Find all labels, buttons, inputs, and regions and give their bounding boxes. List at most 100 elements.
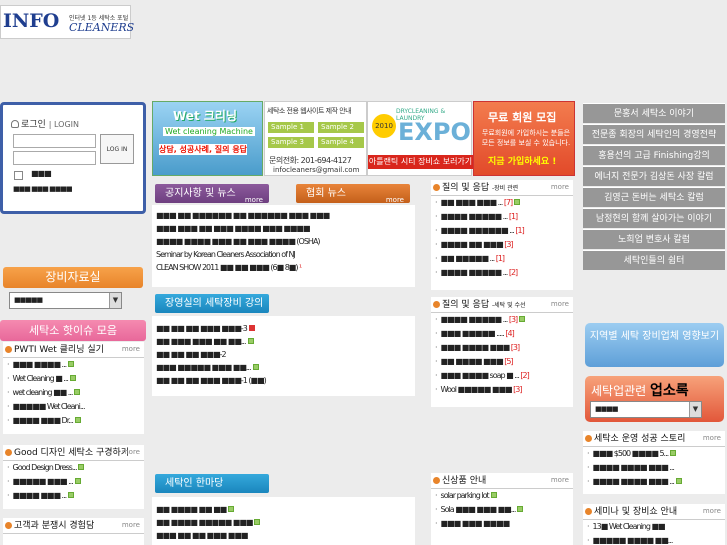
website-banner[interactable]: 세탁소 전용 웹사이트 제작 안내 Sample 1 Sample 2 Samp… — [264, 101, 367, 176]
notice-tab[interactable]: 공지사항 및 뉴스 more — [155, 184, 269, 204]
list-item[interactable]: ■■■■ ■■ ■■■ [3] — [431, 238, 573, 252]
logo-cleaners-text: CLEANERS — [69, 21, 135, 34]
list-item[interactable]: ■■■ $500 ■■■■ 5... — [583, 447, 725, 461]
list-item[interactable]: ■■ ■■■■■ ... [1] — [431, 252, 573, 266]
directory-select[interactable]: ■■■■ ▼ — [590, 401, 702, 418]
lecture-item[interactable]: ■■■ ■■■■■ ■■■ ■■... — [156, 361, 415, 374]
list-item[interactable]: ■■■■ ■■■■■■ ... [1] — [431, 224, 573, 238]
pwti-more-link[interactable]: more — [122, 345, 140, 353]
id-field[interactable] — [13, 134, 96, 148]
lecture-item[interactable]: ■■ ■■ ■■ ■■■-2 — [156, 348, 415, 361]
list-item[interactable]: ■■ ■■■■ ■■■ [5] — [431, 355, 573, 369]
notice-item[interactable]: CLEAN SHOW 2011 ■■ ■■ ■■■ (6■ 8■) ¹ — [156, 261, 415, 274]
equipment-select[interactable]: ■■■■■ ▼ — [9, 292, 122, 309]
customer-dispute-title[interactable]: 고객과 분쟁시 경험담 — [14, 521, 94, 531]
list-item[interactable]: ■■■■ ■■■■ ■■■ ... — [583, 461, 725, 475]
lecture-item[interactable]: ■■ ■■■ ■■■ ■■ ■■... — [156, 335, 415, 348]
save-id-checkbox[interactable] — [14, 171, 23, 180]
list-item[interactable]: ■■■■■ ■■■ ... — [3, 475, 144, 489]
good-design-more-link[interactable]: more — [122, 448, 140, 456]
success-story-more-link[interactable]: more — [703, 434, 721, 442]
qa-equipment-box: 질의 및 응답 -장비 관련 more ■■ ■■■ ■■■ ... [7] ■… — [431, 180, 573, 290]
lecture-item[interactable]: ■■ ■■ ■■ ■■■ ■■■-1 (■■) — [156, 374, 415, 387]
member-banner[interactable]: 무료 회원 모집 무료회원에 가입하시는 분들은 모든 정보를 보실 수 있습니… — [473, 101, 575, 176]
list-item[interactable]: ■■■■ ■■■■■ ... [1] — [431, 210, 573, 224]
list-item[interactable]: Wool ■■■■■ ■■■ [3] — [431, 383, 573, 397]
pwti-box: PWTI Wet 클리닝 실기 more ■■■ ■■■■ ... Wet Cl… — [3, 342, 144, 434]
list-item[interactable]: ■■ ■■■ ■■■ ... [7] — [431, 196, 573, 210]
sample-2-link[interactable]: Sample 2 — [318, 122, 364, 133]
nav-lawyer[interactable]: 노희업 변호사 칼럼 — [583, 229, 725, 249]
notice-item[interactable]: ■■■ ■■■ ■■ ■■■ ■■■■ ■■■ ■■■■ — [156, 222, 415, 235]
list-item[interactable]: wet cleaning ■■ ... — [3, 386, 144, 400]
nav-kimyounggeun[interactable]: 김영근 돈버는 세탁소 칼럼 — [583, 187, 725, 207]
community-item[interactable]: ■■■ ■■ ■■ ■■■ ■■■ — [156, 529, 415, 542]
bullet-icon — [433, 184, 440, 191]
notice-list: ■■■ ■■ ■■■■■■ ■■ ■■■■■■ ■■■ ■■■ ■■■ ■■■ … — [152, 205, 415, 287]
equipment-archive-tab[interactable]: 장비자료실 — [3, 267, 143, 288]
equipment-lecture-tab[interactable]: 장영실의 세탁장비 강의 — [155, 294, 269, 313]
new-products-title[interactable]: 신상품 안내 — [442, 476, 486, 486]
good-design-title[interactable]: Good 디자인 세탁소 구경하기 — [14, 448, 129, 458]
lecture-item[interactable]: ■■ ■■ ■■ ■■■ ■■■-3 — [156, 322, 415, 335]
qa-equipment-title[interactable]: 질의 및 응답 — [442, 183, 489, 193]
bullet-icon — [433, 301, 440, 308]
nav-kimsangdon[interactable]: 에너지 전문가 김상돈 사장 칼럼 — [583, 166, 725, 186]
nav-namjeonghyeon[interactable]: 남정현의 함께 살아가는 이야기 — [583, 208, 725, 228]
customer-dispute-more-link[interactable]: more — [122, 521, 140, 529]
website-banner-header: 세탁소 전용 웹사이트 제작 안내 — [267, 107, 352, 115]
login-button[interactable]: LOG IN — [100, 134, 134, 164]
qa-washing-more-link[interactable]: more — [551, 300, 569, 308]
list-item[interactable]: ■■■■ ■■■■ ■■■ ... — [583, 475, 725, 489]
success-story-title[interactable]: 세탁소 운영 성공 스토리 — [594, 434, 685, 444]
list-item[interactable]: ■■■■ ■■■■■ ... [3] — [431, 313, 573, 327]
list-item[interactable]: ■■■ ■■■ ■■■■ — [431, 517, 573, 531]
expo-banner[interactable]: 2010 DRYCLEANING & LAUNDRY EXPO 아틀랜틱 시티 … — [367, 101, 473, 176]
sample-1-link[interactable]: Sample 1 — [268, 122, 314, 133]
list-item[interactable]: Wet Cleaning ■ ... — [3, 372, 144, 386]
community-item[interactable]: ■■ ■■■■ ■■ ■■ — [156, 503, 415, 516]
list-item[interactable]: ■■■■■ ■■■■ ■■... — [583, 534, 725, 545]
community-tab[interactable]: 세탁인 한마당 — [155, 474, 269, 493]
wet-banner-title: Wet 크리닝 — [173, 109, 237, 123]
wet-cleaning-banner[interactable]: Wet 크리닝 Wet cleaning Machine 상담, 성공사례, 질… — [152, 101, 263, 176]
notice-item[interactable]: ■■■ ■■ ■■■■■■ ■■ ■■■■■■ ■■■ ■■■ — [156, 209, 415, 222]
notice-item[interactable]: ■■■■ ■■■■ ■■■ ■■ ■■■ ■■■■ (OSHA) — [156, 235, 415, 248]
sample-4-link[interactable]: Sample 4 — [318, 137, 364, 148]
seminar-title[interactable]: 세미나 및 장비쇼 안내 — [594, 507, 677, 517]
photo-icon — [74, 389, 81, 395]
password-field[interactable] — [13, 151, 96, 165]
qa-washing-title[interactable]: 질의 및 응답 — [442, 300, 489, 310]
notice-item[interactable]: Seminar by Korean Cleaners Association o… — [156, 248, 415, 261]
signup-find-links[interactable]: ■■■ ■■■ ■■■■ — [13, 185, 73, 193]
list-item[interactable]: ■■■■ ■■■ Dr... — [3, 414, 144, 428]
photo-icon — [247, 338, 254, 344]
list-item[interactable]: 13■ Wet Cleaning ■■ — [583, 520, 725, 534]
nav-hongyongseon[interactable]: 홍용선의 고급 Finishing강의 — [583, 145, 725, 165]
list-item[interactable]: Good Design Dress... — [3, 461, 144, 475]
site-logo[interactable]: INFO 인터넷 1등 세탁소 포털 CLEANERS — [0, 5, 135, 39]
new-products-more-link[interactable]: more — [551, 476, 569, 484]
list-item[interactable]: ■■■■ ■■■ ... — [3, 489, 144, 503]
list-item[interactable]: ■■■ ■■■■ ... — [3, 358, 144, 372]
list-item[interactable]: solar parking lot — [431, 489, 573, 503]
list-item[interactable]: ■■■ ■■■■■ ..... [4] — [431, 327, 573, 341]
association-news-tab[interactable]: 협회 뉴스 more — [296, 184, 410, 204]
bullet-icon — [5, 449, 12, 456]
nav-jeonmunjong[interactable]: 전문종 회장의 세탁인의 경영전략 — [583, 124, 725, 144]
qa-equipment-more-link[interactable]: more — [551, 183, 569, 191]
community-item[interactable]: ■■ ■■■■ ■■■■■ ■■■ — [156, 516, 415, 529]
hot-issue-tab[interactable]: 세탁소 핫이슈 모음 — [0, 320, 146, 341]
nav-moonhongseo[interactable]: 문홍서 세탁소 이야기 — [583, 103, 725, 123]
list-item[interactable]: ■■■ ■■■■ soap ■ ... [2] — [431, 369, 573, 383]
sample-3-link[interactable]: Sample 3 — [268, 137, 314, 148]
list-item[interactable]: Sola ■■■ ■■■ ■■... — [431, 503, 573, 517]
seminar-more-link[interactable]: more — [703, 507, 721, 515]
nav-rest[interactable]: 세탁인들의 쉼터 — [583, 250, 725, 270]
photo-icon — [514, 199, 521, 205]
list-item[interactable]: ■■■■■ Wet Cleani... — [3, 400, 144, 414]
list-item[interactable]: ■■■ ■■■■ ■■■ [3] — [431, 341, 573, 355]
list-item[interactable]: ■■■■ ■■■■■ ... [2] — [431, 266, 573, 280]
regional-equipment-banner[interactable]: 지역별 세탁 장비업체 영향보기 — [585, 323, 724, 367]
pwti-title[interactable]: PWTI Wet 클리닝 실기 — [14, 345, 104, 355]
